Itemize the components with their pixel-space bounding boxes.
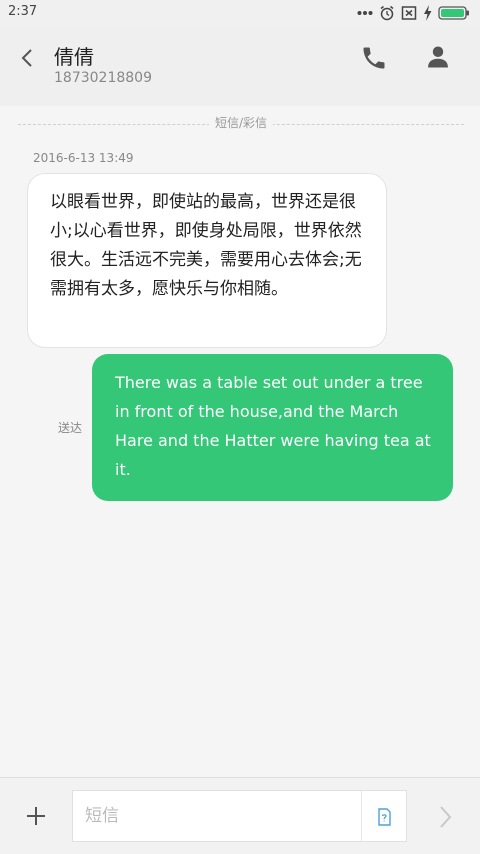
- contact-name: 倩倩: [54, 45, 94, 69]
- incoming-message-bubble[interactable]: 以眼看世界，即使站的最高，世界还是很小;以心看世界，即使身处局限，世界依然很大。…: [27, 173, 387, 348]
- channel-divider: 短信/彩信: [18, 114, 464, 132]
- alarm-icon: [380, 5, 394, 21]
- back-button[interactable]: [14, 44, 42, 72]
- send-arrow-icon: [440, 806, 452, 828]
- back-arrow-icon: [21, 49, 32, 67]
- send-button[interactable]: [434, 804, 456, 830]
- status-bar: 2:37: [0, 0, 480, 26]
- contact-profile-button[interactable]: [424, 43, 452, 71]
- more-dots-icon: [357, 11, 373, 15]
- charging-icon: [424, 5, 432, 21]
- status-time: 2:37: [8, 4, 38, 19]
- composer-bar: [0, 777, 480, 854]
- no-sim-icon: [401, 6, 417, 20]
- call-button[interactable]: [360, 44, 388, 72]
- contact-number: 18730218809: [54, 70, 152, 86]
- conversation-header: 倩倩 18730218809: [0, 26, 480, 106]
- message-input[interactable]: [73, 791, 361, 841]
- delivery-status: 送达: [58, 421, 83, 435]
- person-icon: [428, 46, 448, 68]
- sim-card-icon: [378, 808, 391, 826]
- phone-icon: [363, 47, 385, 69]
- outgoing-message-bubble[interactable]: There was a table set out under a tree i…: [92, 354, 453, 501]
- sim-select-button[interactable]: [373, 806, 395, 828]
- channel-label: 短信/彩信: [208, 114, 274, 131]
- message-date: 2016-6-13 13:49: [33, 151, 134, 165]
- compose-box: [72, 790, 407, 842]
- battery-icon: [438, 6, 469, 20]
- incoming-message-text: 以眼看世界，即使站的最高，世界还是很小;以心看世界，即使身处局限，世界依然很大。…: [50, 192, 362, 299]
- status-icons: [357, 4, 470, 22]
- add-attachment-button[interactable]: [24, 804, 48, 828]
- compose-separator: [361, 791, 362, 841]
- outgoing-message-text: There was a table set out under a tree i…: [115, 373, 431, 479]
- plus-icon: [27, 807, 45, 825]
